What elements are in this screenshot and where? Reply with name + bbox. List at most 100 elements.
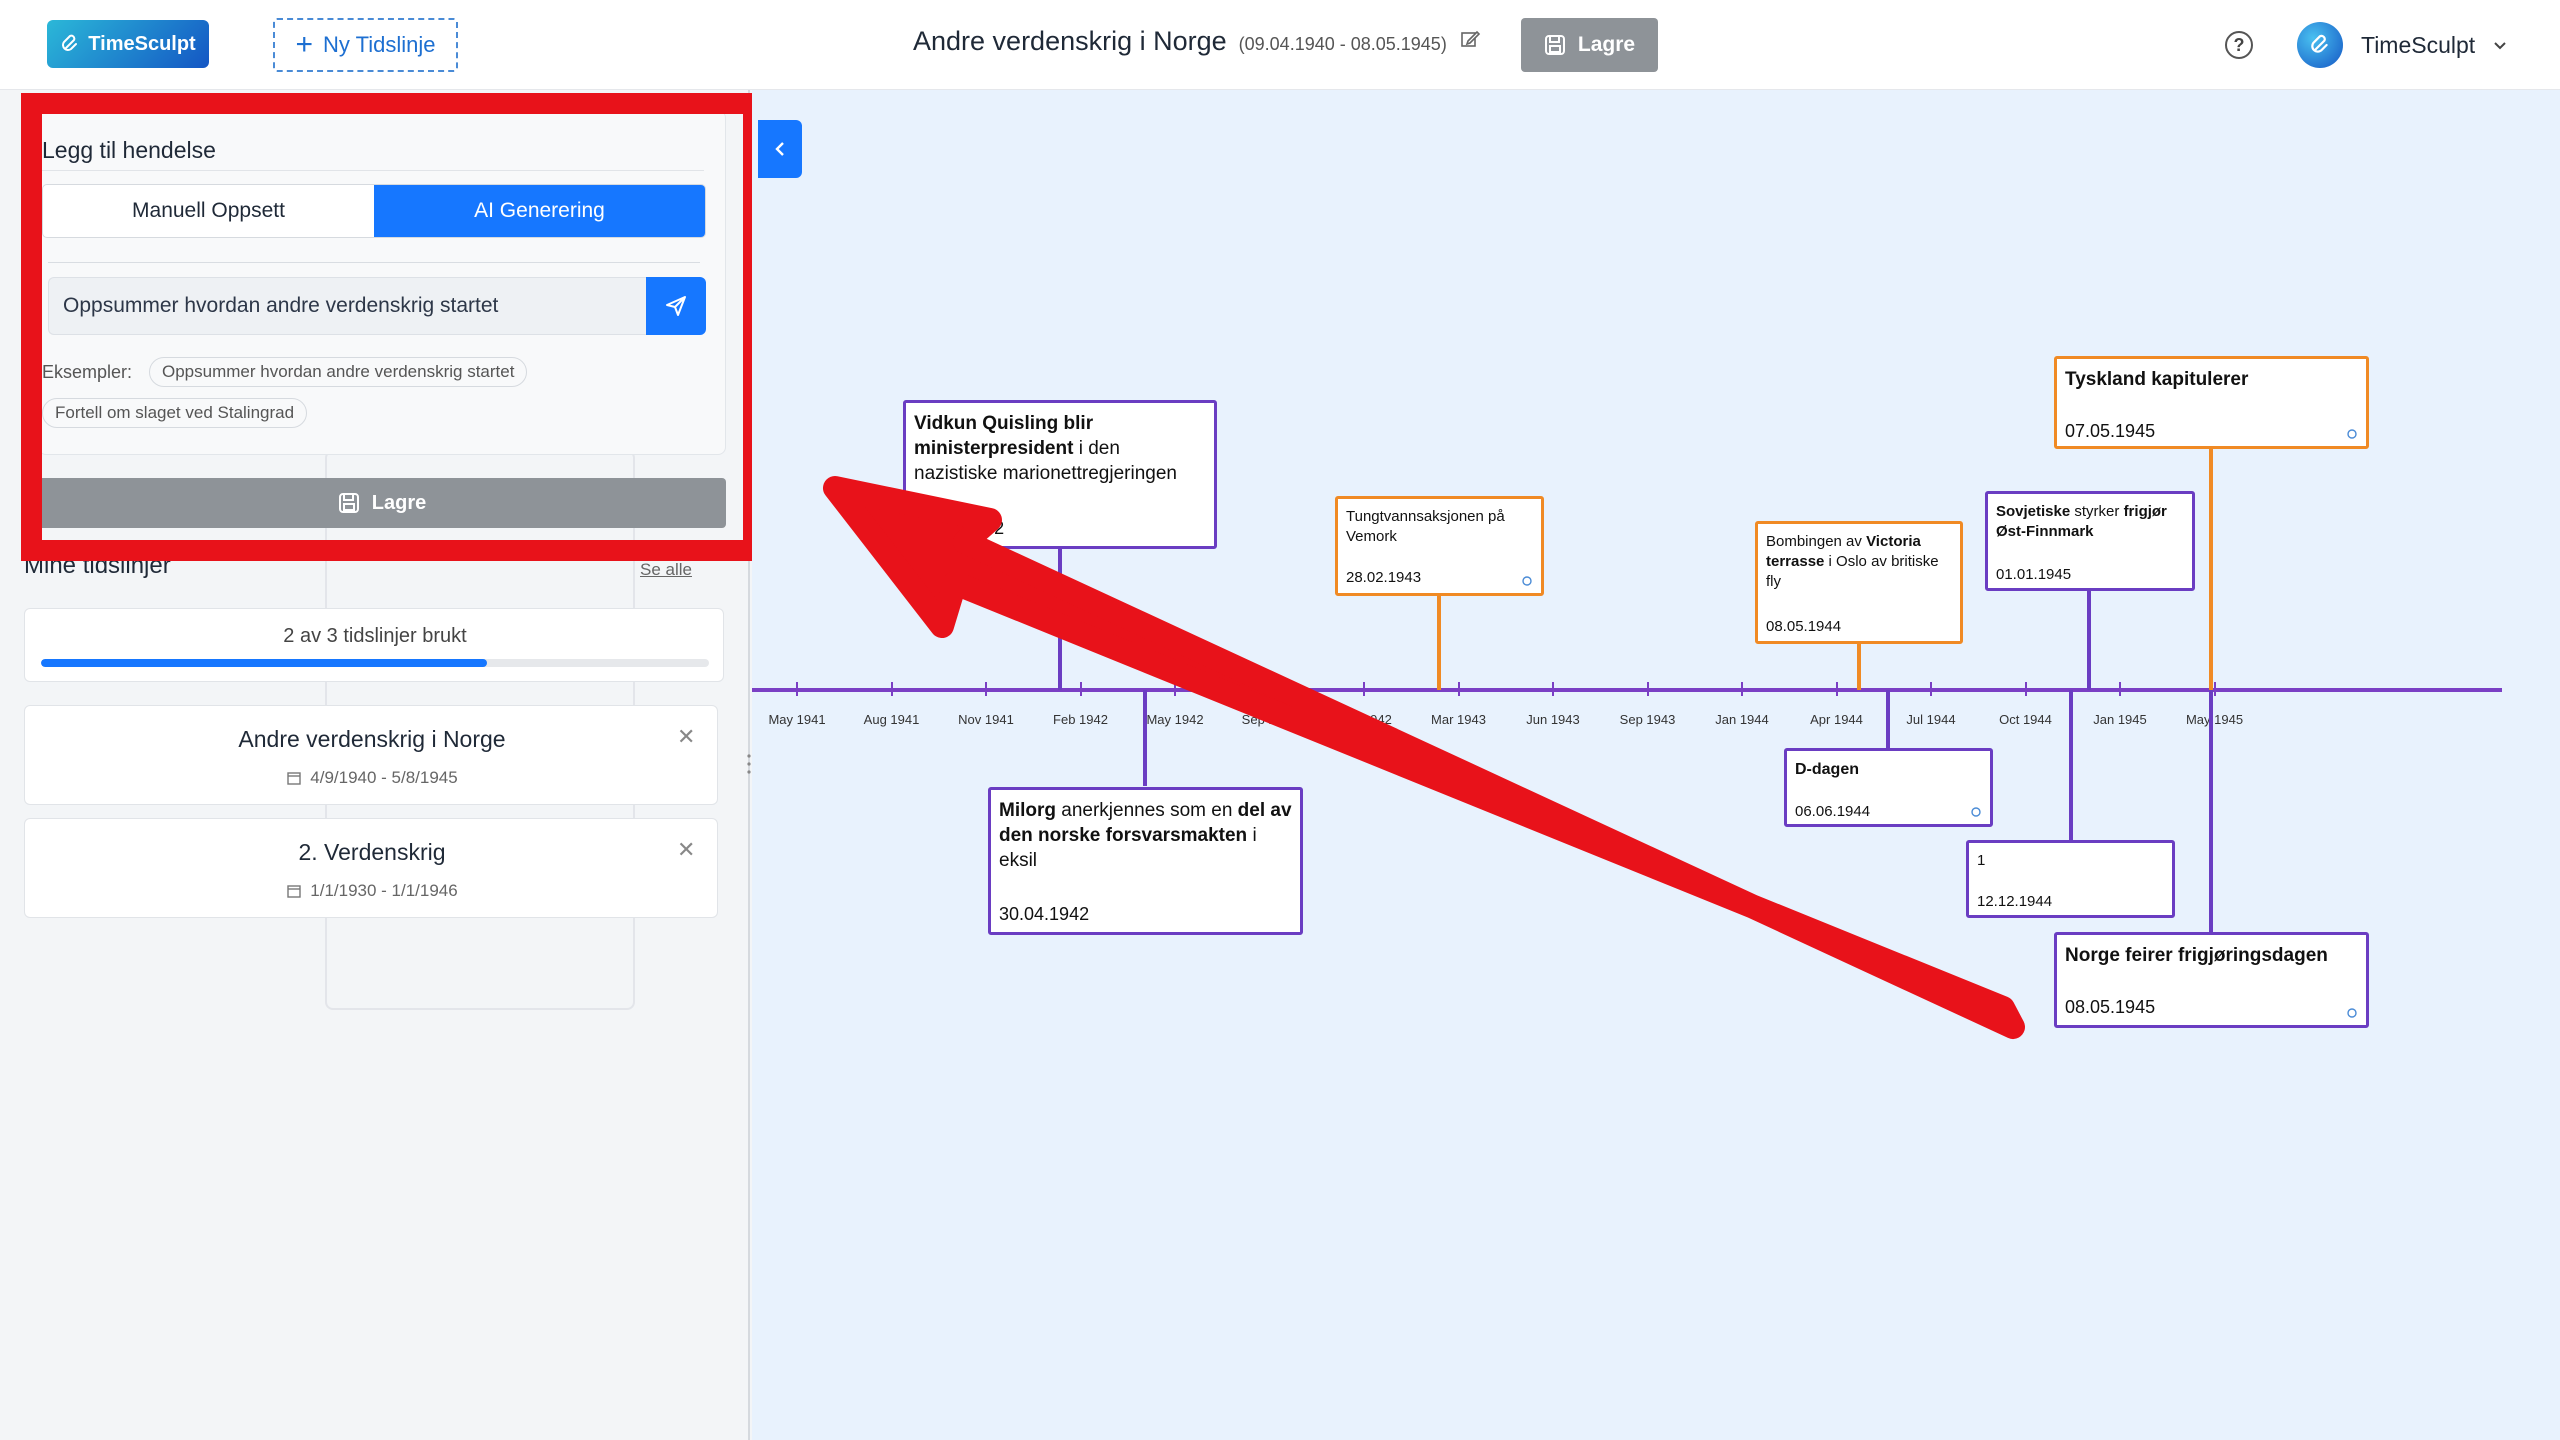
event-connector — [2069, 690, 2073, 842]
axis-tick — [1363, 682, 1365, 696]
timeline-card-dates: 1/1/1930 - 1/1/1946 — [25, 881, 719, 901]
event-connector — [2087, 590, 2091, 690]
close-icon[interactable]: ✕ — [677, 724, 695, 750]
app-logo[interactable]: TimeSculpt — [47, 20, 209, 68]
collapse-sidebar-button[interactable] — [758, 120, 802, 178]
axis-tick — [796, 682, 798, 696]
axis-tick-label: Jan 1944 — [1715, 712, 1769, 727]
paperclip-icon — [62, 34, 78, 51]
edit-icon[interactable] — [1459, 28, 1481, 50]
axis-tick-label: May 1942 — [1146, 712, 1204, 727]
event-title: Norge feirer frigjøringsdagen — [2065, 945, 2328, 966]
axis-tick-label: Oct 1944 — [1999, 712, 2052, 727]
floppy-icon — [1544, 35, 1565, 55]
timeline-card-date-text: 4/9/1940 - 5/8/1945 — [310, 768, 458, 787]
calendar-icon — [287, 885, 301, 898]
event-card-milorg[interactable]: Milorg anerkjennes som en del av den nor… — [988, 787, 1303, 935]
axis-tick-label: Feb 1942 — [1053, 712, 1108, 727]
usage-progress-bar — [41, 659, 709, 667]
event-card-vemork[interactable]: Tungtvannsaksjonen på Vemork 28.02.1943 — [1335, 496, 1544, 596]
axis-tick-label: Mar 1943 — [1431, 712, 1486, 727]
user-name[interactable]: TimeSculpt — [2361, 32, 2475, 59]
timeline-card-title: 2. Verdenskrig — [298, 839, 446, 865]
usage-card: 2 av 3 tidslinjer brukt — [24, 608, 724, 682]
axis-tick-label: Dec 1942 — [1336, 712, 1392, 727]
comment-icon[interactable] — [2346, 1007, 2358, 1019]
axis-tick-label: May 1941 — [768, 712, 826, 727]
plus-icon: + — [295, 28, 314, 61]
axis-tick-label: Sep 1943 — [1619, 712, 1676, 727]
event-date: 08.05.1945 — [2065, 997, 2156, 1017]
usage-progress-fill — [41, 659, 487, 667]
new-timeline-button[interactable]: + Ny Tidslinje — [273, 18, 458, 72]
event-title: Sovjetiske styrker frigjør Øst-Finnmark — [1996, 503, 2167, 540]
axis-tick — [2119, 682, 2121, 696]
chevron-down-icon[interactable] — [2490, 36, 2510, 56]
axis-tick-label: Nov 1941 — [958, 712, 1014, 727]
event-card-frigjoring[interactable]: Norge feirer frigjøringsdagen 08.05.1945 — [2054, 932, 2369, 1028]
event-connector — [2209, 448, 2213, 690]
event-card-kapitulerer[interactable]: Tyskland kapitulerer 07.05.1945 — [2054, 356, 2369, 449]
comment-icon[interactable] — [1970, 806, 1982, 818]
axis-tick — [1174, 682, 1176, 696]
axis-tick — [1552, 682, 1554, 696]
event-date: 08.05.1944 — [1766, 618, 1842, 635]
event-date: 30.04.1942 — [999, 904, 1090, 924]
event-date: 01.02.1942 — [914, 518, 1005, 538]
timeline-canvas[interactable] — [752, 90, 2560, 1440]
axis-tick-label: Jul 1944 — [1906, 712, 1956, 727]
comment-icon[interactable] — [1521, 575, 1533, 587]
event-date: 01.01.1945 — [1996, 566, 2072, 583]
timeline-title-group: Andre verdenskrig i Norge (09.04.1940 - … — [913, 26, 1481, 57]
axis-tick-label: Apr 1944 — [1810, 712, 1863, 727]
axis-tick — [1079, 682, 1082, 696]
event-title: Tungtvannsaksjonen på Vemork — [1346, 508, 1505, 545]
axis-tick — [890, 682, 893, 696]
event-connector — [1857, 643, 1861, 690]
logo-text: TimeSculpt — [88, 32, 196, 55]
event-connector — [1058, 548, 1062, 690]
event-date: 28.02.1943 — [1346, 569, 1422, 586]
event-card-victoria[interactable]: Bombingen av Victoria terrasse i Oslo av… — [1755, 521, 1963, 644]
see-all-link[interactable]: Se alle — [640, 560, 692, 580]
header-save-label: Lagre — [1577, 33, 1636, 56]
event-card-sovjet[interactable]: Sovjetiske styrker frigjør Øst-Finnmark … — [1985, 491, 2195, 591]
event-card-one[interactable]: 1 12.12.1944 — [1966, 840, 2175, 918]
event-connector — [1143, 690, 1147, 786]
close-icon[interactable]: ✕ — [677, 837, 695, 863]
event-title: Milorg anerkjennes som en del av den nor… — [999, 800, 1292, 872]
paperclip-icon — [2311, 34, 2328, 53]
event-title: Bombingen av Victoria terrasse i Oslo av… — [1766, 533, 1939, 590]
event-date: 07.05.1945 — [2065, 421, 2156, 441]
axis-tick — [1741, 682, 1743, 696]
highlight-box — [21, 93, 764, 561]
header-save-button[interactable]: Lagre — [1521, 18, 1658, 72]
help-icon[interactable]: ? — [2225, 31, 2253, 59]
axis-tick — [1835, 682, 1838, 696]
timeline-card-date-text: 1/1/1930 - 1/1/1946 — [310, 881, 458, 900]
axis-tick-label: Sep 1942 — [1241, 712, 1298, 727]
axis-tick — [985, 682, 987, 696]
timeline-axis — [752, 688, 2502, 692]
event-date: 06.06.1944 — [1795, 803, 1871, 820]
comment-icon[interactable] — [2346, 428, 2358, 440]
top-header: TimeSculpt + Ny Tidslinje Andre verdensk… — [0, 0, 2560, 90]
timeline-date-range: (09.04.1940 - 08.05.1945) — [1238, 34, 1447, 54]
axis-tick — [1457, 682, 1460, 696]
event-connector — [1437, 595, 1441, 690]
timeline-card-dates: 4/9/1940 - 5/8/1945 — [25, 768, 719, 788]
chevron-left-icon — [775, 142, 784, 156]
axis-tick-label: May 1945 — [2185, 712, 2244, 727]
event-card-quisling[interactable]: Vidkun Quisling blir ministerpresident i… — [903, 400, 1217, 549]
timeline-card[interactable]: 2. Verdenskrig 1/1/1930 - 1/1/1946 ✕ — [24, 818, 718, 918]
event-title: D-dagen — [1795, 761, 1859, 778]
axis-tick — [1268, 682, 1271, 696]
event-connector — [2209, 690, 2213, 935]
user-avatar[interactable] — [2297, 22, 2343, 68]
timeline-card-title: Andre verdenskrig i Norge — [238, 726, 506, 752]
usage-label: 2 av 3 tidslinjer brukt — [283, 625, 467, 647]
timeline-card[interactable]: Andre verdenskrig i Norge 4/9/1940 - 5/8… — [24, 705, 718, 805]
new-timeline-label: Ny Tidslinje — [323, 32, 436, 57]
axis-tick-label: Aug 1941 — [863, 712, 920, 727]
event-card-ddagen[interactable]: D-dagen 06.06.1944 — [1784, 748, 1993, 827]
